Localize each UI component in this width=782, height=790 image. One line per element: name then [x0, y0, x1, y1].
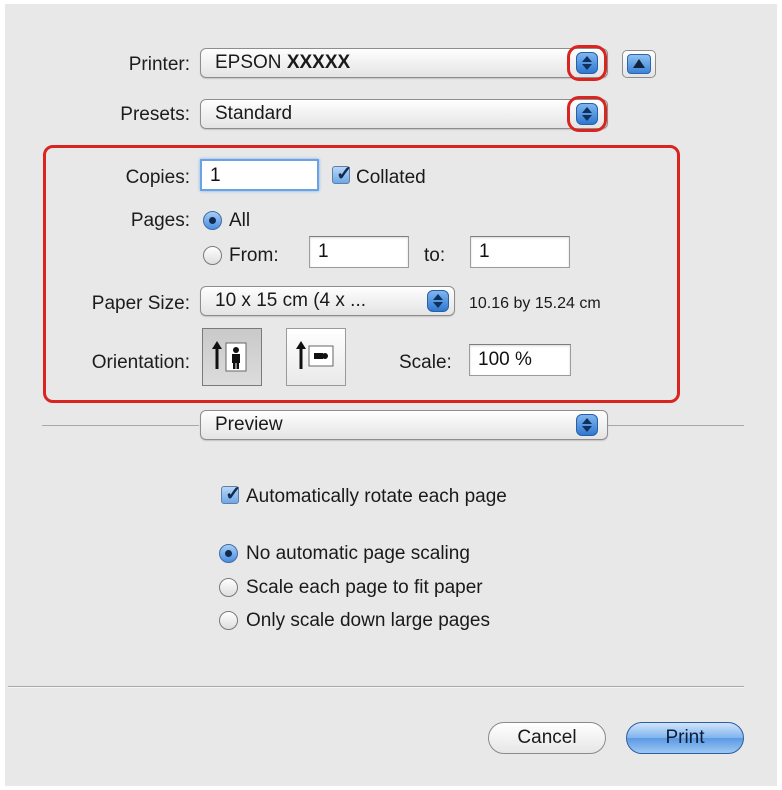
printer-popup[interactable]: EPSON XXXXX: [200, 48, 608, 78]
section-popup[interactable]: Preview: [200, 410, 608, 440]
cancel-button[interactable]: Cancel: [488, 722, 606, 754]
presets-popup[interactable]: Standard: [200, 99, 608, 129]
pages-label: Pages:: [130, 210, 190, 231]
section-popup-value: Preview: [215, 414, 283, 435]
paper-size-popup[interactable]: 10 x 15 cm (4 x ...: [200, 286, 455, 316]
copies-field[interactable]: 1: [200, 159, 319, 191]
orientation-label: Orientation:: [91, 352, 190, 373]
portrait-orientation-icon: [212, 341, 247, 372]
copies-label: Copies:: [125, 167, 190, 188]
pages-to-field[interactable]: 1: [470, 236, 570, 268]
paper-size-value: 10 x 15 cm (4 x ...: [215, 290, 366, 311]
presets-value: Standard: [215, 103, 293, 124]
printer-value: EPSON XXXXX: [215, 52, 350, 74]
auto-rotate-checkbox[interactable]: ✓: [221, 483, 242, 505]
scale-field[interactable]: 100 %: [469, 344, 571, 376]
landscape-orientation-icon: [296, 341, 334, 369]
orientation-portrait-button[interactable]: [202, 328, 262, 386]
section-separator-right: [608, 425, 744, 426]
section-popup-arrows-icon: [576, 414, 598, 436]
pages-from-label: From:: [229, 245, 279, 266]
presets-arrows-highlight: [567, 96, 607, 132]
collated-label: Collated: [356, 167, 426, 188]
printer-value-prefix: EPSON: [215, 52, 282, 73]
pages-from-radio[interactable]: [203, 246, 222, 265]
orientation-landscape-button[interactable]: [286, 328, 346, 386]
section-separator-left: [42, 425, 199, 426]
bottom-separator-highlight: [8, 687, 744, 688]
pages-all-label: All: [229, 210, 251, 231]
check-mark-icon: ✓: [225, 483, 242, 505]
pages-all-radio[interactable]: [203, 211, 222, 230]
scaling-option-radio-2[interactable]: [219, 611, 238, 630]
collated-checkbox[interactable]: ✓: [332, 163, 353, 185]
scaling-option-label-1: Scale each page to fit paper: [246, 577, 483, 598]
scaling-option-radio-1[interactable]: [219, 578, 238, 597]
printer-value-model: XXXXX: [286, 52, 351, 73]
printer-arrows-highlight: [567, 45, 607, 81]
printer-label: Printer:: [128, 54, 190, 75]
auto-rotate-label: Automatically rotate each page: [246, 486, 507, 507]
scale-label: Scale:: [399, 352, 452, 373]
print-button[interactable]: Print: [626, 722, 744, 754]
paper-size-dimensions: 10.16 by 15.24 cm: [469, 295, 601, 312]
paper-size-arrows-icon: [427, 290, 449, 312]
check-mark-icon: ✓: [336, 163, 353, 185]
scaling-option-radio-0[interactable]: [219, 544, 238, 563]
scaling-option-label-2: Only scale down large pages: [246, 610, 490, 631]
scaling-option-label-0: No automatic page scaling: [246, 543, 470, 564]
disclosure-triangle-icon: [627, 54, 651, 74]
pages-from-field[interactable]: 1: [309, 236, 409, 268]
paper-size-label: Paper Size:: [91, 293, 190, 314]
disclosure-button[interactable]: [622, 50, 656, 78]
presets-label: Presets:: [120, 104, 190, 125]
pages-to-label: to:: [424, 245, 446, 266]
